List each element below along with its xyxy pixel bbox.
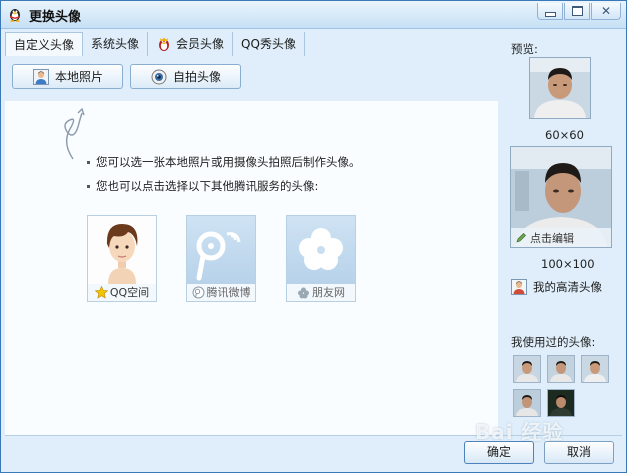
hd-avatar-label: 我的高清头像 [533, 280, 602, 294]
service-pengyou[interactable]: 朋友网 [286, 215, 356, 302]
avatar-preview-large[interactable]: 点击编辑 [510, 146, 612, 248]
close-icon: ✕ [600, 4, 612, 18]
tab-label: 会员头像 [176, 37, 225, 51]
history-avatar-photo [514, 356, 540, 382]
tip-line-1: 您可以选一张本地照片或用摄像头拍照后制作头像。 [87, 154, 361, 170]
history-label: 我使用过的头像: [511, 335, 596, 349]
cartoon-avatar-icon [88, 216, 156, 284]
history-avatar-photo [548, 390, 574, 416]
tip-text: 您也可以点击选择以下其他腾讯服务的头像: [96, 179, 319, 193]
maximize-button[interactable] [564, 3, 590, 20]
pengyou-logo-icon [287, 216, 355, 284]
service-label-text: 腾讯微博 [206, 286, 251, 299]
cancel-button[interactable]: 取消 [544, 441, 614, 464]
history-avatar[interactable] [581, 355, 609, 383]
tip-line-2: 您也可以点击选择以下其他腾讯服务的头像: [87, 178, 318, 194]
change-avatar-window: 更换头像 ✕ 自定义头像 系统头像 会员头像 QQ秀头像 本地照片 自拍头像 您… [0, 0, 627, 473]
history-avatar-photo [514, 390, 540, 416]
pengyou-icon [298, 287, 309, 298]
pencil-icon [516, 232, 526, 243]
local-photo-label: 本地照片 [55, 70, 104, 84]
minimize-icon [544, 11, 556, 17]
service-label: 朋友网 [287, 284, 355, 300]
user-avatar-icon [511, 279, 527, 295]
tab-vip-avatar[interactable]: 会员头像 [148, 32, 234, 56]
service-qzone[interactable]: QQ空间 [87, 215, 157, 302]
history-avatar[interactable] [513, 355, 541, 383]
history-avatar-photo [548, 356, 574, 382]
preview-size-large: 100×100 [541, 257, 595, 271]
title-bar: 更换头像 ✕ [1, 1, 626, 29]
preview-label: 预览: [511, 42, 538, 56]
history-avatar-photo [582, 356, 608, 382]
custom-avatar-panel: 您可以选一张本地照片或用摄像头拍照后制作头像。 您也可以点击选择以下其他腾讯服务… [5, 100, 498, 436]
qzone-star-icon [94, 285, 108, 299]
history-avatar[interactable] [547, 389, 575, 417]
service-label-text: QQ空间 [109, 286, 150, 299]
qq-penguin-icon [10, 9, 20, 22]
maximize-icon [571, 6, 583, 16]
tip-text: 您可以选一张本地照片或用摄像头拍照后制作头像。 [96, 155, 361, 169]
close-button[interactable]: ✕ [591, 3, 621, 20]
bullet-icon [87, 161, 90, 164]
swirl-arrow-icon [64, 107, 85, 160]
weibo-icon [192, 286, 204, 298]
service-label: 腾讯微博 [187, 284, 255, 300]
history-avatar[interactable] [547, 355, 575, 383]
tab-label: 系统头像 [91, 37, 140, 51]
vip-penguin-icon [159, 37, 170, 51]
service-label: QQ空间 [88, 284, 156, 300]
service-label-text: 朋友网 [312, 286, 345, 299]
ok-button[interactable]: 确定 [464, 441, 534, 464]
webcam-icon [151, 69, 167, 84]
avatar-preview-small [529, 57, 591, 119]
tab-system-avatar[interactable]: 系统头像 [83, 32, 149, 56]
tab-bar: 自定义头像 系统头像 会员头像 QQ秀头像 [5, 32, 305, 56]
tab-label: 自定义头像 [14, 37, 75, 52]
minimize-button[interactable] [537, 3, 563, 20]
hd-avatar-link[interactable]: 我的高清头像 [511, 279, 602, 295]
window-title: 更换头像 [29, 10, 82, 25]
user-photo-small [530, 58, 590, 118]
weibo-logo-icon [187, 216, 255, 284]
tab-custom-avatar[interactable]: 自定义头像 [5, 32, 84, 56]
history-avatar[interactable] [513, 389, 541, 417]
edit-avatar-button[interactable]: 点击编辑 [511, 228, 611, 247]
local-photo-button[interactable]: 本地照片 [12, 64, 123, 89]
edit-label: 点击编辑 [530, 231, 574, 245]
webcam-label: 自拍头像 [173, 70, 222, 84]
webcam-button[interactable]: 自拍头像 [130, 64, 241, 89]
bullet-icon [87, 185, 90, 188]
preview-size-small: 60×60 [545, 128, 584, 142]
user-photo-icon [33, 68, 49, 85]
tab-label: QQ秀头像 [241, 37, 296, 51]
tab-qqshow-avatar[interactable]: QQ秀头像 [233, 32, 305, 56]
service-weibo[interactable]: 腾讯微博 [186, 215, 256, 302]
